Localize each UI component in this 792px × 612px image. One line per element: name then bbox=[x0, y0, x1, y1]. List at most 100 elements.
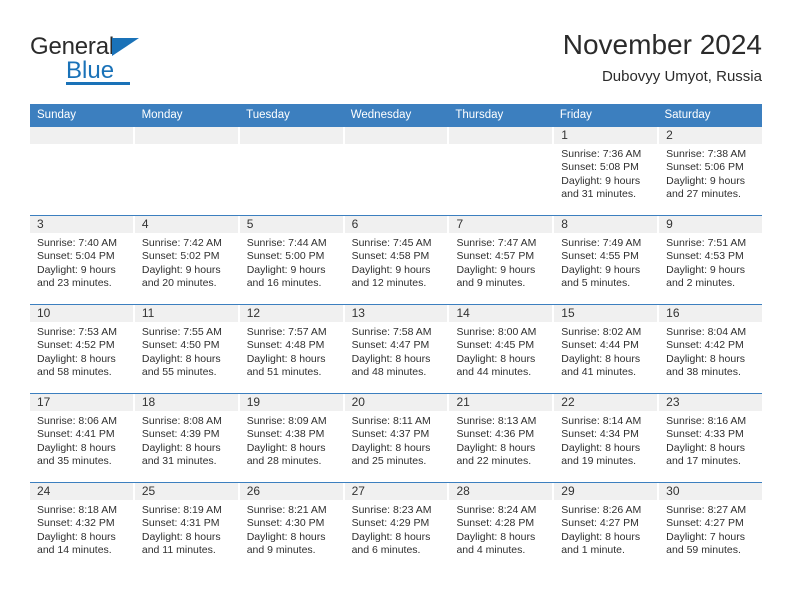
daylight-text-line2: and 2 minutes. bbox=[666, 277, 736, 290]
daylight-text-line2: and 28 minutes. bbox=[246, 455, 322, 468]
calendar-page: General Blue November 2024 Dubovyy Umyot… bbox=[0, 0, 792, 612]
day-details: Sunrise: 7:42 AM Sunset: 5:02 PM Dayligh… bbox=[135, 233, 238, 291]
sunset-text: Sunset: 4:36 PM bbox=[456, 428, 535, 441]
day-details: Sunrise: 7:58 AM Sunset: 4:47 PM Dayligh… bbox=[345, 322, 448, 380]
daylight-text-line1: Daylight: 8 hours bbox=[246, 352, 326, 365]
day-cell[interactable]: 30 Sunrise: 8:27 AM Sunset: 4:27 PM Dayl… bbox=[659, 483, 763, 571]
day-details bbox=[240, 144, 343, 148]
day-number: 30 bbox=[659, 483, 763, 500]
day-cell[interactable] bbox=[344, 127, 448, 215]
day-cell[interactable]: 1 Sunrise: 7:36 AM Sunset: 5:08 PM Dayli… bbox=[554, 127, 658, 215]
day-cell[interactable]: 6 Sunrise: 7:45 AM Sunset: 4:58 PM Dayli… bbox=[344, 216, 448, 304]
day-number: 29 bbox=[554, 483, 658, 500]
daylight-text-line2: and 35 minutes. bbox=[37, 455, 112, 468]
day-cell[interactable]: 17 Sunrise: 8:06 AM Sunset: 4:41 PM Dayl… bbox=[30, 394, 133, 482]
day-number: 14 bbox=[449, 305, 553, 322]
day-cell[interactable] bbox=[449, 127, 553, 215]
weekday-header-friday: Friday bbox=[559, 109, 592, 121]
sunrise-text: Sunrise: 8:24 AM bbox=[456, 504, 537, 516]
day-details: Sunrise: 8:19 AM Sunset: 4:31 PM Dayligh… bbox=[135, 500, 238, 558]
weekday-header-monday: Monday bbox=[141, 109, 183, 121]
sunrise-text: Sunrise: 7:47 AM bbox=[456, 237, 537, 249]
day-cell[interactable]: 20 Sunrise: 8:11 AM Sunset: 4:37 PM Dayl… bbox=[344, 394, 448, 482]
day-cell[interactable]: 8 Sunrise: 7:49 AM Sunset: 4:55 PM Dayli… bbox=[554, 216, 658, 304]
sunset-text: Sunset: 5:02 PM bbox=[141, 250, 220, 263]
day-number: 7 bbox=[449, 216, 553, 233]
day-cell[interactable]: 12 Sunrise: 7:57 AM Sunset: 4:48 PM Dayl… bbox=[239, 305, 343, 393]
day-cell[interactable]: 26 Sunrise: 8:21 AM Sunset: 4:30 PM Dayl… bbox=[239, 483, 343, 571]
day-details: Sunrise: 8:14 AM Sunset: 4:34 PM Dayligh… bbox=[554, 411, 657, 469]
day-cell[interactable] bbox=[239, 127, 343, 215]
day-cell[interactable]: 14 Sunrise: 8:00 AM Sunset: 4:45 PM Dayl… bbox=[449, 305, 553, 393]
sunset-text: Sunset: 4:30 PM bbox=[246, 517, 325, 530]
day-number: 26 bbox=[239, 483, 343, 500]
day-cell[interactable]: 21 Sunrise: 8:13 AM Sunset: 4:36 PM Dayl… bbox=[449, 394, 553, 482]
day-cell[interactable]: 19 Sunrise: 8:09 AM Sunset: 4:38 PM Dayl… bbox=[239, 394, 343, 482]
sunrise-text: Sunrise: 8:19 AM bbox=[141, 504, 222, 516]
masthead: General Blue November 2024 Dubovyy Umyot… bbox=[30, 28, 762, 96]
day-details bbox=[30, 144, 133, 148]
day-cell[interactable]: 23 Sunrise: 8:16 AM Sunset: 4:33 PM Dayl… bbox=[659, 394, 763, 482]
day-cell[interactable]: 2 Sunrise: 7:38 AM Sunset: 5:06 PM Dayli… bbox=[659, 127, 763, 215]
day-cell[interactable]: 10 Sunrise: 7:53 AM Sunset: 4:52 PM Dayl… bbox=[30, 305, 133, 393]
day-number: 1 bbox=[554, 127, 658, 144]
day-number bbox=[134, 127, 238, 144]
day-details bbox=[345, 144, 448, 148]
day-cell[interactable]: 16 Sunrise: 8:04 AM Sunset: 4:42 PM Dayl… bbox=[659, 305, 763, 393]
weekday-header-sunday: Sunday bbox=[37, 109, 77, 121]
general-blue-logo[interactable]: General Blue bbox=[30, 34, 230, 90]
triangle-icon bbox=[112, 38, 139, 56]
day-number: 13 bbox=[344, 305, 448, 322]
day-details bbox=[135, 144, 238, 148]
day-cell[interactable]: 29 Sunrise: 8:26 AM Sunset: 4:27 PM Dayl… bbox=[554, 483, 658, 571]
sunrise-text: Sunrise: 7:44 AM bbox=[246, 237, 327, 249]
daylight-text-line2: and 44 minutes. bbox=[456, 366, 532, 379]
day-details: Sunrise: 8:02 AM Sunset: 4:44 PM Dayligh… bbox=[554, 322, 657, 380]
sunset-text: Sunset: 4:31 PM bbox=[141, 517, 220, 530]
day-cell[interactable]: 5 Sunrise: 7:44 AM Sunset: 5:00 PM Dayli… bbox=[239, 216, 343, 304]
sunset-text: Sunset: 4:41 PM bbox=[37, 428, 115, 441]
day-cell[interactable]: 7 Sunrise: 7:47 AM Sunset: 4:57 PM Dayli… bbox=[449, 216, 553, 304]
daylight-text-line1: Daylight: 8 hours bbox=[351, 352, 431, 365]
sunrise-text: Sunrise: 7:53 AM bbox=[37, 326, 117, 338]
sunrise-text: Sunrise: 8:00 AM bbox=[456, 326, 537, 338]
day-details: Sunrise: 8:08 AM Sunset: 4:39 PM Dayligh… bbox=[135, 411, 238, 469]
sunset-text: Sunset: 4:28 PM bbox=[456, 517, 535, 530]
sunrise-text: Sunrise: 8:23 AM bbox=[351, 504, 432, 516]
daylight-text-line1: Daylight: 9 hours bbox=[561, 263, 641, 276]
day-cell[interactable]: 4 Sunrise: 7:42 AM Sunset: 5:02 PM Dayli… bbox=[134, 216, 238, 304]
day-cell[interactable]: 13 Sunrise: 7:58 AM Sunset: 4:47 PM Dayl… bbox=[344, 305, 448, 393]
sunrise-text: Sunrise: 7:42 AM bbox=[141, 237, 222, 249]
day-cell[interactable]: 3 Sunrise: 7:40 AM Sunset: 5:04 PM Dayli… bbox=[30, 216, 133, 304]
day-cell[interactable]: 24 Sunrise: 8:18 AM Sunset: 4:32 PM Dayl… bbox=[30, 483, 133, 571]
sunset-text: Sunset: 4:48 PM bbox=[246, 339, 325, 352]
daylight-text-line2: and 9 minutes. bbox=[456, 277, 526, 290]
day-cell[interactable]: 18 Sunrise: 8:08 AM Sunset: 4:39 PM Dayl… bbox=[134, 394, 238, 482]
daylight-text-line1: Daylight: 8 hours bbox=[351, 530, 431, 543]
day-number: 2 bbox=[659, 127, 763, 144]
day-details: Sunrise: 7:53 AM Sunset: 4:52 PM Dayligh… bbox=[30, 322, 133, 380]
daylight-text-line1: Daylight: 8 hours bbox=[141, 441, 221, 454]
logo-blue-wrap: Blue bbox=[66, 58, 176, 85]
day-cell[interactable]: 15 Sunrise: 8:02 AM Sunset: 4:44 PM Dayl… bbox=[554, 305, 658, 393]
day-details: Sunrise: 7:36 AM Sunset: 5:08 PM Dayligh… bbox=[554, 144, 657, 202]
day-cell[interactable]: 9 Sunrise: 7:51 AM Sunset: 4:53 PM Dayli… bbox=[659, 216, 763, 304]
day-cell[interactable] bbox=[30, 127, 133, 215]
day-details: Sunrise: 7:47 AM Sunset: 4:57 PM Dayligh… bbox=[449, 233, 552, 291]
sunrise-text: Sunrise: 7:51 AM bbox=[666, 237, 747, 249]
daylight-text-line1: Daylight: 8 hours bbox=[141, 530, 221, 543]
day-cell[interactable]: 11 Sunrise: 7:55 AM Sunset: 4:50 PM Dayl… bbox=[134, 305, 238, 393]
day-number bbox=[239, 127, 343, 144]
day-details bbox=[449, 144, 552, 148]
day-cell[interactable]: 22 Sunrise: 8:14 AM Sunset: 4:34 PM Dayl… bbox=[554, 394, 658, 482]
daylight-text-line1: Daylight: 8 hours bbox=[456, 352, 536, 365]
day-details: Sunrise: 7:45 AM Sunset: 4:58 PM Dayligh… bbox=[345, 233, 448, 291]
sunrise-text: Sunrise: 8:14 AM bbox=[561, 415, 642, 427]
day-cell[interactable]: 27 Sunrise: 8:23 AM Sunset: 4:29 PM Dayl… bbox=[344, 483, 448, 571]
day-cell[interactable]: 25 Sunrise: 8:19 AM Sunset: 4:31 PM Dayl… bbox=[134, 483, 238, 571]
sunrise-text: Sunrise: 8:21 AM bbox=[246, 504, 327, 516]
day-details: Sunrise: 8:21 AM Sunset: 4:30 PM Dayligh… bbox=[240, 500, 343, 558]
sunset-text: Sunset: 4:53 PM bbox=[666, 250, 744, 263]
day-cell[interactable]: 28 Sunrise: 8:24 AM Sunset: 4:28 PM Dayl… bbox=[449, 483, 553, 571]
day-cell[interactable] bbox=[134, 127, 238, 215]
